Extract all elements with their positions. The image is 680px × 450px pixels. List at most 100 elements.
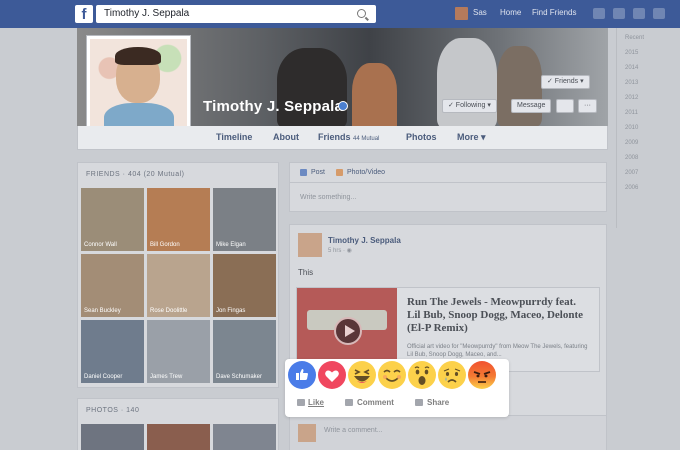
following-button[interactable]: ✓ Following ▾ [442, 99, 497, 113]
profile-name: Timothy J. Seppala [203, 98, 344, 115]
more-options-button[interactable]: ··· [578, 99, 597, 113]
like-reaction-button[interactable] [288, 361, 316, 389]
composer-input[interactable]: Write something... [300, 194, 356, 201]
post-author[interactable]: Timothy J. Seppala [328, 236, 401, 245]
tab-more[interactable]: More ▾ [457, 132, 486, 143]
tab-friends-count: 44 Mutual [353, 136, 380, 142]
haha-reaction-button[interactable] [348, 361, 376, 389]
friend-requests-icon[interactable] [593, 8, 605, 19]
year-link[interactable]: 2013 [625, 80, 638, 86]
year-link[interactable]: 2011 [625, 110, 638, 116]
friends-box: FRIENDS · 404 (20 Mutual) Connor Wall Bi… [77, 162, 279, 388]
friend-tile[interactable]: James Trew [147, 320, 210, 383]
friend-name: Sean Buckley [84, 308, 121, 314]
tab-post[interactable]: Post [311, 169, 325, 176]
sad-reaction-button[interactable] [438, 361, 466, 389]
yay-icon [383, 369, 401, 382]
friend-tile[interactable]: Bill Gordon [147, 188, 210, 251]
year-link[interactable]: 2008 [625, 155, 638, 161]
wow-reaction-button[interactable] [408, 361, 436, 389]
friend-name: Jon Fingas [216, 308, 246, 314]
angry-icon [473, 371, 491, 383]
year-link[interactable]: Recent [625, 35, 644, 41]
camera-button[interactable] [556, 99, 574, 113]
comment-icon [345, 399, 353, 406]
haha-icon [354, 369, 370, 383]
verified-badge-icon [338, 101, 348, 111]
link-title[interactable]: Run The Jewels - Meowpurrdy feat. Lil Bu… [407, 296, 592, 335]
cover-figure [497, 46, 542, 126]
friend-tile[interactable]: Jon Fingas [213, 254, 276, 317]
friend-name: Rose Doolittle [150, 308, 188, 314]
year-link[interactable]: 2010 [625, 125, 638, 131]
cover-figure [352, 63, 397, 126]
friend-tile[interactable]: Dave Schumaker [213, 320, 276, 383]
photo-thumbnail[interactable] [81, 424, 144, 450]
facebook-logo[interactable]: f [75, 5, 93, 23]
year-link[interactable]: 2012 [625, 95, 638, 101]
profile-picture[interactable] [87, 36, 190, 139]
link-description: Official art video for "Meowpurrdy" from… [407, 344, 588, 358]
comment-input[interactable]: Write a comment... [324, 427, 383, 434]
top-bar: f Timothy J. Seppala Sas Home Find Frien… [0, 0, 680, 28]
photo-thumbnail[interactable] [147, 424, 210, 450]
yay-reaction-button[interactable] [378, 361, 406, 389]
like-button[interactable]: Like [308, 398, 324, 407]
friend-tile[interactable]: Connor Wall [81, 188, 144, 251]
photo-thumbnail[interactable] [213, 424, 276, 450]
year-link[interactable]: 2015 [625, 50, 638, 56]
share-icon [415, 399, 423, 406]
angry-reaction-button[interactable] [468, 361, 496, 389]
like-icon [296, 369, 308, 380]
tab-friends[interactable]: Friends 44 Mutual [318, 132, 379, 142]
avatar[interactable] [455, 7, 468, 20]
photo-icon [336, 169, 343, 176]
friend-name: Mike Elgan [216, 242, 246, 248]
nav-find-friends-link[interactable]: Find Friends [532, 8, 576, 17]
year-link[interactable]: 2006 [625, 185, 638, 191]
message-button[interactable]: Message [511, 99, 552, 113]
friends-title[interactable]: FRIENDS · 404 (20 Mutual) [86, 171, 184, 178]
tab-photos[interactable]: Photos [406, 132, 437, 142]
friend-name: Daniel Cooper [84, 374, 123, 380]
profile-hair [115, 47, 161, 65]
friends-button[interactable]: ✓ Friends ▾ [541, 75, 590, 89]
pencil-icon [300, 169, 307, 176]
settings-icon[interactable] [653, 8, 665, 19]
post-timestamp[interactable]: 5 hrs · ◉ [328, 247, 352, 254]
search-input[interactable]: Timothy J. Seppala [96, 5, 376, 23]
friend-tile[interactable]: Sean Buckley [81, 254, 144, 317]
notifications-icon[interactable] [633, 8, 645, 19]
photos-box: PHOTOS · 140 [77, 398, 279, 450]
post-text: This [298, 268, 314, 277]
messages-icon[interactable] [613, 8, 625, 19]
nav-home-link[interactable]: Home [500, 8, 521, 17]
composer-tabs: Post Photo/Video [290, 163, 606, 183]
reactions-popup: Like Comment Share [285, 359, 509, 417]
comment-button[interactable]: Comment [357, 398, 394, 407]
friend-name: Connor Wall [84, 242, 117, 248]
timeline-years-sidebar: Recent 2015 2014 2013 2012 2011 2010 200… [616, 28, 680, 228]
sad-icon [443, 368, 461, 383]
profile-nav: Timeline About Friends 44 Mutual Photos … [77, 126, 608, 150]
tab-about[interactable]: About [273, 132, 299, 142]
wow-icon [414, 366, 430, 385]
friend-name: James Trew [150, 374, 183, 380]
year-link[interactable]: 2007 [625, 170, 638, 176]
friend-tile[interactable]: Daniel Cooper [81, 320, 144, 383]
love-reaction-button[interactable] [318, 361, 346, 389]
friend-tile[interactable]: Rose Doolittle [147, 254, 210, 317]
friend-tile[interactable]: Mike Elgan [213, 188, 276, 251]
search-icon[interactable] [357, 9, 366, 18]
comment-row: Write a comment... [290, 415, 606, 450]
share-button[interactable]: Share [427, 398, 449, 407]
year-link[interactable]: 2009 [625, 140, 638, 146]
photos-title[interactable]: PHOTOS · 140 [86, 407, 139, 414]
tab-photo-video[interactable]: Photo/Video [347, 169, 385, 176]
play-icon[interactable] [334, 317, 362, 345]
love-icon [325, 370, 339, 382]
year-link[interactable]: 2014 [625, 65, 638, 71]
avatar[interactable] [298, 233, 322, 257]
nav-user-link[interactable]: Sas [473, 8, 487, 17]
tab-timeline[interactable]: Timeline [216, 132, 252, 142]
